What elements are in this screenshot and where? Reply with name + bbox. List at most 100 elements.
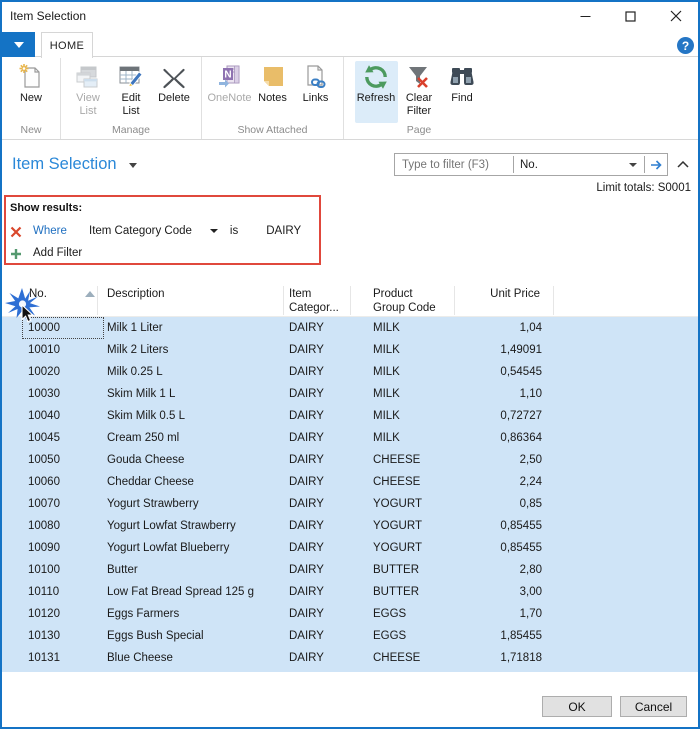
table-cell: EGGS bbox=[373, 625, 406, 647]
column-header-no[interactable]: No. bbox=[29, 287, 47, 301]
sort-ascending-icon bbox=[85, 291, 95, 297]
table-cell: DAIRY bbox=[289, 339, 324, 361]
table-cell: 0,86364 bbox=[422, 427, 542, 449]
close-button[interactable] bbox=[653, 2, 698, 30]
notes-icon bbox=[259, 63, 287, 91]
table-row[interactable]: 10020Milk 0.25 LDAIRYMILK0,54545 bbox=[2, 361, 698, 383]
ribbon-group-manage: View List Edit List bbox=[61, 57, 202, 139]
table-row[interactable]: 10060Cheddar CheeseDAIRYCHEESE2,24 bbox=[2, 471, 698, 493]
ribbon-group-label: Show Attached bbox=[202, 123, 343, 139]
chevron-down-icon[interactable] bbox=[210, 229, 218, 233]
notes-button[interactable]: Notes bbox=[251, 61, 294, 123]
table-row[interactable]: 10045Cream 250 mlDAIRYMILK0,86364 bbox=[2, 427, 698, 449]
table-row[interactable]: 10130Eggs Bush SpecialDAIRYEGGS1,85455 bbox=[2, 625, 698, 647]
table-cell: 0,54545 bbox=[422, 361, 542, 383]
chevron-down-icon[interactable] bbox=[129, 163, 137, 168]
table-cell: DAIRY bbox=[289, 317, 324, 339]
table-row[interactable]: 10010Milk 2 LitersDAIRYMILK1,49091 bbox=[2, 339, 698, 361]
item-selection-window: Item Selection HOME ? bbox=[0, 0, 700, 729]
table-cell: 0,72727 bbox=[422, 405, 542, 427]
filter-value[interactable]: DAIRY bbox=[266, 225, 301, 237]
table-cell: Skim Milk 1 L bbox=[107, 383, 175, 405]
table-cell: 1,04 bbox=[422, 317, 542, 339]
filter-field-select[interactable]: Item Category Code bbox=[89, 225, 192, 237]
button-label: Find bbox=[451, 92, 472, 105]
remove-filter-icon[interactable] bbox=[10, 225, 22, 237]
table-row[interactable]: 10080Yogurt Lowfat StrawberryDAIRYYOGURT… bbox=[2, 515, 698, 537]
filter-column-select[interactable]: No. bbox=[514, 159, 644, 171]
column-header-description[interactable]: Description bbox=[107, 287, 165, 301]
table-cell: 2,24 bbox=[422, 471, 542, 493]
button-label: View List bbox=[76, 92, 100, 118]
column-header-unit-price[interactable]: Unit Price bbox=[490, 287, 540, 301]
table-cell: 10080 bbox=[28, 515, 60, 537]
table-cell: DAIRY bbox=[289, 427, 324, 449]
table-row[interactable]: 10090Yogurt Lowfat BlueberryDAIRYYOGURT0… bbox=[2, 537, 698, 559]
table-cell: 10070 bbox=[28, 493, 60, 515]
table-cell: MILK bbox=[373, 361, 400, 383]
table-row[interactable]: 10070Yogurt StrawberryDAIRYYOGURT0,85 bbox=[2, 493, 698, 515]
minimize-button[interactable] bbox=[563, 2, 608, 30]
clear-filter-button[interactable]: Clear Filter bbox=[398, 61, 441, 123]
table-row[interactable]: 10120Eggs FarmersDAIRYEGGS1,70 bbox=[2, 603, 698, 625]
table-row[interactable]: 10040Skim Milk 0.5 LDAIRYMILK0,72727 bbox=[2, 405, 698, 427]
view-list-button[interactable]: View List bbox=[67, 61, 110, 123]
tab-home[interactable]: HOME bbox=[41, 32, 93, 58]
new-button[interactable]: New bbox=[10, 61, 53, 123]
filter-box: Type to filter (F3) No. bbox=[394, 153, 668, 176]
button-label: New bbox=[20, 92, 42, 105]
table-cell: Yogurt Lowfat Blueberry bbox=[107, 537, 229, 559]
ok-button[interactable]: OK bbox=[542, 696, 612, 717]
edit-list-button[interactable]: Edit List bbox=[110, 61, 153, 123]
table-cell: 2,50 bbox=[422, 449, 542, 471]
button-label: Links bbox=[303, 92, 329, 105]
refresh-button[interactable]: Refresh bbox=[355, 61, 398, 123]
table-cell: Yogurt Lowfat Strawberry bbox=[107, 515, 236, 537]
table-row[interactable]: 10030Skim Milk 1 LDAIRYMILK1,10 bbox=[2, 383, 698, 405]
table-row[interactable]: 10100ButterDAIRYBUTTER2,80 bbox=[2, 559, 698, 581]
table-row[interactable]: 10110Low Fat Bread Spread 125 gDAIRYBUTT… bbox=[2, 581, 698, 603]
table-cell: DAIRY bbox=[289, 559, 324, 581]
window-controls bbox=[563, 2, 698, 30]
table-cell: 10030 bbox=[28, 383, 60, 405]
delete-button[interactable]: Delete bbox=[153, 61, 196, 123]
table-cell: 10131 bbox=[28, 647, 60, 669]
table-cell: 1,71818 bbox=[422, 647, 542, 669]
table-row[interactable]: 10050Gouda CheeseDAIRYCHEESE2,50 bbox=[2, 449, 698, 471]
apply-filter-button[interactable] bbox=[645, 154, 667, 175]
table-cell: YOGURT bbox=[373, 537, 422, 559]
table-cell: 1,85455 bbox=[422, 625, 542, 647]
onenote-icon: N bbox=[216, 63, 244, 91]
edit-list-icon bbox=[117, 63, 145, 91]
ribbon-tab-row: HOME ? bbox=[2, 30, 698, 57]
button-label: Notes bbox=[258, 92, 287, 105]
table-row[interactable]: 10131Blue CheeseDAIRYCHEESE1,71818 bbox=[2, 647, 698, 669]
filter-input[interactable]: Type to filter (F3) bbox=[395, 159, 513, 171]
table-cell: MILK bbox=[373, 339, 400, 361]
table-cell: DAIRY bbox=[289, 581, 324, 603]
add-filter-row[interactable]: Add Filter bbox=[10, 245, 82, 261]
table-cell: 0,85455 bbox=[422, 515, 542, 537]
footer: OK Cancel bbox=[2, 674, 698, 727]
links-icon bbox=[302, 63, 330, 91]
table-cell: 10050 bbox=[28, 449, 60, 471]
table-cell: 10045 bbox=[28, 427, 60, 449]
page-header: Item Selection Type to filter (F3) No. L… bbox=[2, 140, 698, 197]
maximize-button[interactable] bbox=[608, 2, 653, 30]
column-divider bbox=[97, 286, 98, 315]
column-header-product-group[interactable]: Product Group Code bbox=[373, 287, 436, 315]
column-header-item-category[interactable]: Item Categor... bbox=[289, 287, 339, 315]
table-row[interactable]: 10000Milk 1 LiterDAIRYMILK1,04 bbox=[2, 317, 698, 339]
table-cell: CHEESE bbox=[373, 471, 420, 493]
application-menu-button[interactable] bbox=[2, 32, 35, 57]
filter-pane: Show results: Where Item Category Code i… bbox=[4, 195, 321, 265]
links-button[interactable]: Links bbox=[294, 61, 337, 123]
where-label[interactable]: Where bbox=[33, 225, 89, 237]
onenote-button[interactable]: N OneNote bbox=[208, 61, 251, 123]
cancel-button[interactable]: Cancel bbox=[620, 696, 687, 717]
find-button[interactable]: Find bbox=[441, 61, 484, 123]
ribbon-group-label: Page bbox=[344, 123, 494, 139]
collapse-pane-button[interactable] bbox=[674, 155, 692, 173]
help-button[interactable]: ? bbox=[677, 37, 694, 54]
table-cell: MILK bbox=[373, 405, 400, 427]
